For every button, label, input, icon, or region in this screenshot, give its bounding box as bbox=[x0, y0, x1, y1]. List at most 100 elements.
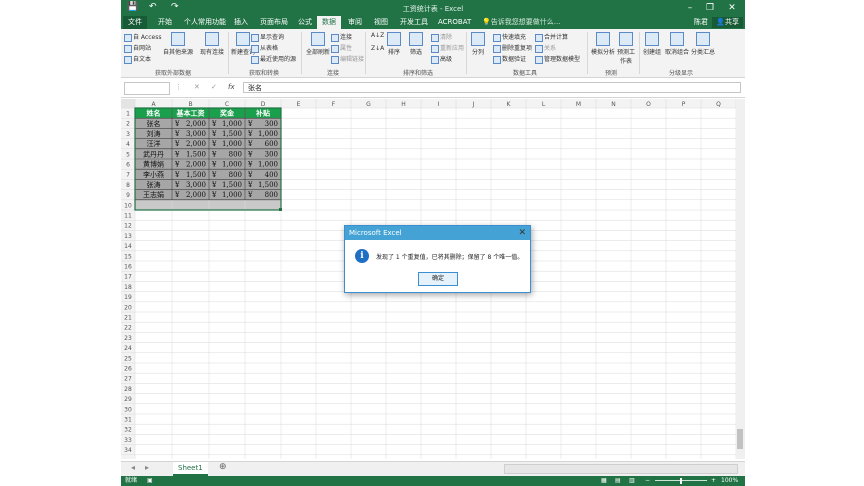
row-header[interactable]: 9 bbox=[126, 192, 130, 199]
row-header[interactable]: 26 bbox=[124, 366, 132, 373]
relationships-button[interactable]: 关系 bbox=[535, 43, 556, 53]
table-cell-value[interactable]: 600 bbox=[265, 140, 278, 148]
row-header[interactable]: 29 bbox=[124, 396, 132, 403]
table-cell-value[interactable]: 800 bbox=[229, 171, 242, 179]
connections-button[interactable]: 连接 bbox=[331, 32, 352, 42]
row-header[interactable]: 2 bbox=[126, 121, 130, 128]
table-cell-value[interactable]: 1,000 bbox=[222, 120, 242, 128]
table-header-cell[interactable]: 姓名 bbox=[146, 109, 161, 118]
select-all-corner[interactable] bbox=[121, 99, 135, 108]
tab-data[interactable]: 数据 bbox=[317, 16, 341, 29]
table-cell-value[interactable]: 3,000 bbox=[186, 181, 206, 189]
table-cell-value[interactable]: 1,500 bbox=[186, 171, 206, 179]
sort-za-icon[interactable]: Z↓A bbox=[371, 45, 384, 52]
table-cell-value[interactable]: 300 bbox=[265, 120, 278, 128]
row-header[interactable]: 21 bbox=[124, 315, 132, 322]
clear-filter-button[interactable]: 清除 bbox=[431, 32, 452, 42]
tell-me-input[interactable]: 💡告诉我您想要做什么... bbox=[477, 16, 565, 29]
row-header[interactable]: 16 bbox=[124, 264, 132, 271]
row-header[interactable]: 11 bbox=[124, 213, 132, 220]
row-header[interactable]: 30 bbox=[124, 406, 132, 413]
minimize-icon[interactable]: – bbox=[683, 2, 697, 14]
page-break-view-icon[interactable]: ▥ bbox=[629, 476, 635, 486]
prev-sheet-icon[interactable]: ◂ bbox=[131, 463, 135, 472]
table-cell-name[interactable]: 黄博娟 bbox=[143, 160, 164, 169]
table-cell-name[interactable]: 王志娟 bbox=[143, 190, 164, 199]
column-header[interactable]: N bbox=[611, 101, 616, 108]
row-header[interactable]: 31 bbox=[124, 417, 132, 424]
tab-review[interactable]: 审阅 bbox=[343, 16, 367, 29]
row-header[interactable]: 19 bbox=[124, 294, 132, 301]
filter-button[interactable]: 筛选 bbox=[409, 32, 423, 56]
consolidate-button[interactable]: 合并计算 bbox=[535, 32, 568, 42]
remove-duplicates-button[interactable]: 删除重复项 bbox=[493, 43, 532, 53]
subtotal-button[interactable]: 分类汇总 bbox=[691, 32, 715, 56]
table-cell-value[interactable]: 1,500 bbox=[222, 130, 242, 138]
from-text-button[interactable]: 自文本 bbox=[124, 54, 151, 64]
zoom-level[interactable]: 100% bbox=[721, 476, 738, 486]
from-web-button[interactable]: 自网站 bbox=[124, 43, 151, 53]
row-header[interactable]: 7 bbox=[126, 172, 130, 179]
table-cell-value[interactable]: 1,000 bbox=[222, 191, 242, 199]
row-header[interactable]: 28 bbox=[124, 386, 132, 393]
row-header[interactable]: 13 bbox=[124, 233, 132, 240]
tab-insert[interactable]: 插入 bbox=[229, 16, 253, 29]
row-header[interactable]: 1 bbox=[126, 111, 130, 118]
row-header[interactable]: 34 bbox=[124, 447, 132, 454]
what-if-button[interactable]: 模拟分析 bbox=[591, 32, 615, 56]
tab-personal[interactable]: 个人常用功能 bbox=[179, 16, 231, 29]
row-header[interactable]: 32 bbox=[124, 427, 132, 434]
zoom-slider-thumb[interactable] bbox=[680, 478, 682, 484]
table-cell-value[interactable]: 2,000 bbox=[186, 161, 206, 169]
row-header[interactable]: 5 bbox=[126, 151, 130, 158]
enter-icon[interactable]: ✓ bbox=[211, 83, 217, 91]
table-cell-name[interactable]: 张名 bbox=[147, 119, 161, 128]
table-cell-value[interactable]: 400 bbox=[265, 171, 278, 179]
row-header[interactable]: 17 bbox=[124, 274, 132, 281]
column-header[interactable]: D bbox=[261, 101, 266, 108]
edit-links-button[interactable]: 编辑链接 bbox=[331, 54, 364, 64]
tab-view[interactable]: 视图 bbox=[369, 16, 393, 29]
row-header[interactable]: 6 bbox=[126, 162, 130, 169]
table-cell-value[interactable]: 2,000 bbox=[186, 140, 206, 148]
column-header[interactable]: G bbox=[366, 101, 371, 108]
table-cell-value[interactable]: 1,000 bbox=[222, 161, 242, 169]
sort-button[interactable]: 排序 bbox=[387, 32, 401, 56]
table-header-cell[interactable]: 基本工资 bbox=[176, 109, 205, 118]
table-cell-value[interactable]: 1,500 bbox=[186, 150, 206, 158]
sheet-tab-sheet1[interactable]: Sheet1 bbox=[173, 462, 208, 476]
row-header[interactable]: 22 bbox=[124, 325, 132, 332]
user-name[interactable]: 陈君 bbox=[689, 16, 713, 29]
manage-data-model-button[interactable]: 管理数据模型 bbox=[535, 54, 580, 64]
dialog-close-icon[interactable]: ✕ bbox=[518, 226, 526, 240]
table-cell-name[interactable]: 武丹丹 bbox=[143, 149, 164, 158]
table-cell-name[interactable]: 李小燕 bbox=[143, 170, 164, 179]
column-header[interactable]: O bbox=[646, 101, 651, 108]
name-box[interactable] bbox=[124, 82, 170, 95]
row-header[interactable]: 33 bbox=[124, 437, 132, 444]
recent-sources-button[interactable]: 最近使用的源 bbox=[251, 54, 296, 64]
ok-button[interactable]: 确定 bbox=[418, 272, 458, 286]
formula-input[interactable]: 张名 bbox=[243, 82, 741, 93]
row-header[interactable]: 12 bbox=[124, 223, 132, 230]
vertical-scrollbar[interactable] bbox=[736, 99, 745, 459]
from-access-button[interactable]: 自 Access bbox=[124, 32, 161, 42]
other-sources-button[interactable]: 自其他来源 bbox=[163, 32, 193, 56]
row-header[interactable]: 14 bbox=[124, 243, 132, 250]
column-header[interactable]: B bbox=[188, 101, 192, 108]
column-header[interactable]: Q bbox=[716, 101, 721, 108]
fill-handle[interactable] bbox=[279, 208, 282, 211]
tab-home[interactable]: 开始 bbox=[153, 16, 177, 29]
reapply-button[interactable]: 重新应用 bbox=[431, 43, 464, 53]
table-cell-name[interactable]: 刘涛 bbox=[147, 129, 161, 138]
data-validation-button[interactable]: 数据验证 bbox=[493, 54, 526, 64]
table-cell-value[interactable]: 800 bbox=[229, 150, 242, 158]
column-header[interactable]: C bbox=[225, 101, 229, 108]
tab-developer[interactable]: 开发工具 bbox=[395, 16, 433, 29]
row-header[interactable]: 4 bbox=[126, 141, 130, 148]
group-button[interactable]: 创建组 bbox=[643, 32, 661, 56]
page-layout-view-icon[interactable]: ▤ bbox=[615, 476, 621, 486]
normal-view-icon[interactable]: ▦ bbox=[601, 476, 607, 486]
add-sheet-icon[interactable]: ⊕ bbox=[219, 462, 227, 472]
table-header-cell[interactable]: 奖金 bbox=[220, 109, 235, 118]
